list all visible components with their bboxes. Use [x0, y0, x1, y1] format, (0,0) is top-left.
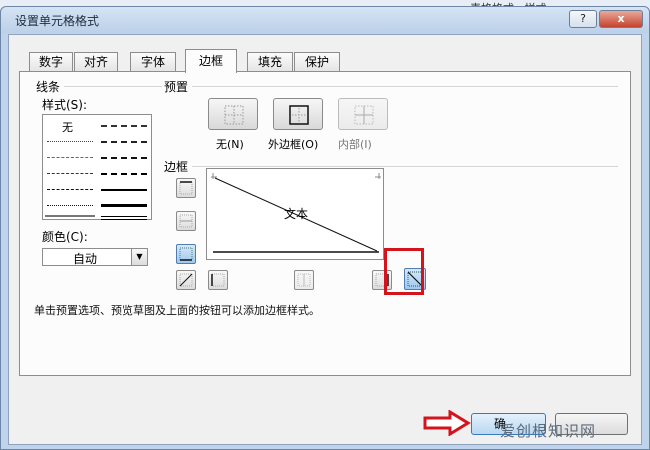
line-group-title: 线条 [36, 80, 61, 94]
border-left-button[interactable] [208, 270, 228, 290]
dialog-title: 设置单元格格式 [15, 14, 100, 28]
style-slant-dash[interactable] [101, 141, 147, 143]
watermark-text: 爱创根知识网 [500, 422, 597, 440]
line-style-list[interactable]: 无 [42, 114, 152, 220]
preset-outline-button[interactable] [273, 98, 323, 130]
format-cells-dialog: 设置单元格格式 ? x 数字 对齐 字体 边框 填充 保护 线条 样式(S): … [0, 6, 650, 450]
preset-none-button[interactable] [208, 98, 258, 130]
border-group-divider [192, 166, 618, 167]
close-button[interactable]: x [599, 10, 643, 28]
border-top-icon [179, 181, 193, 195]
style-med-dashed[interactable] [101, 173, 147, 175]
border-bottom-icon [179, 247, 193, 261]
style-none-option[interactable]: 无 [62, 119, 73, 135]
tab-fill[interactable]: 填充 [247, 52, 293, 72]
border-top-button[interactable] [176, 178, 196, 198]
style-medium[interactable] [101, 189, 147, 191]
border-inside-vertical-icon [297, 273, 311, 287]
style-thick[interactable] [101, 204, 147, 207]
line-group-divider [64, 86, 162, 87]
hint-text: 单击预置选项、预览草图及上面的按钮可以添加边框样式。 [34, 304, 320, 317]
tab-font[interactable]: 字体 [130, 52, 176, 72]
style-label: 样式(S): [42, 98, 88, 112]
style-dash-dot[interactable] [47, 173, 93, 174]
highlight-box [384, 248, 424, 295]
style-hair[interactable] [47, 205, 93, 206]
diagonal-up-icon [179, 273, 193, 287]
tab-number[interactable]: 数字 [29, 52, 73, 72]
tab-border[interactable]: 边框 [185, 49, 237, 73]
preset-inside-label: 内部(I) [338, 138, 372, 151]
preview-sample-text: 文本 [284, 207, 309, 221]
border-bottom-button[interactable] [176, 244, 196, 264]
style-dotted-1[interactable] [47, 141, 93, 142]
style-dash-dot-dot[interactable] [47, 189, 93, 190]
border-tab-panel: 线条 样式(S): 无 颜色(C): 自动 ▼ 预置 无(N) 外边框(O) 内… [19, 71, 631, 376]
presets-title: 预置 [164, 80, 189, 94]
help-button[interactable]: ? [569, 10, 597, 28]
preset-outline-icon [289, 105, 309, 125]
chevron-down-icon[interactable]: ▼ [131, 249, 147, 265]
border-group-title: 边框 [164, 160, 189, 174]
preset-none-label: 无(N) [216, 138, 244, 151]
border-inside-horizontal-button[interactable] [176, 211, 196, 231]
style-double[interactable] [101, 216, 147, 220]
style-thin-selected[interactable] [45, 215, 95, 217]
preset-inside-button[interactable] [338, 98, 388, 130]
style-dashed-fine[interactable] [47, 157, 93, 158]
color-label: 颜色(C): [42, 230, 88, 244]
preset-none-icon [224, 105, 244, 125]
style-med-dash-dot-dot[interactable] [101, 125, 147, 127]
border-left-icon [211, 273, 225, 287]
style-med-dash-dot[interactable] [101, 157, 147, 159]
color-dropdown[interactable]: 自动 ▼ [42, 248, 148, 266]
preset-outline-label: 外边框(O) [268, 138, 319, 151]
dialog-client: 数字 对齐 字体 边框 填充 保护 线条 样式(S): 无 颜色(C): 自动 … [8, 34, 642, 445]
tab-protection[interactable]: 保护 [294, 52, 340, 72]
preset-inside-icon [354, 105, 374, 125]
border-inside-vertical-button[interactable] [294, 270, 314, 290]
border-inside-horizontal-icon [179, 214, 193, 228]
presets-divider [192, 86, 618, 87]
border-diagonal-up-button[interactable] [176, 270, 196, 290]
title-bar: 设置单元格格式 ? x [1, 7, 649, 33]
color-value: 自动 [73, 252, 98, 266]
tab-alignment[interactable]: 对齐 [74, 52, 118, 72]
border-preview[interactable]: 文本 [206, 168, 384, 260]
red-arrow-icon [423, 410, 471, 436]
